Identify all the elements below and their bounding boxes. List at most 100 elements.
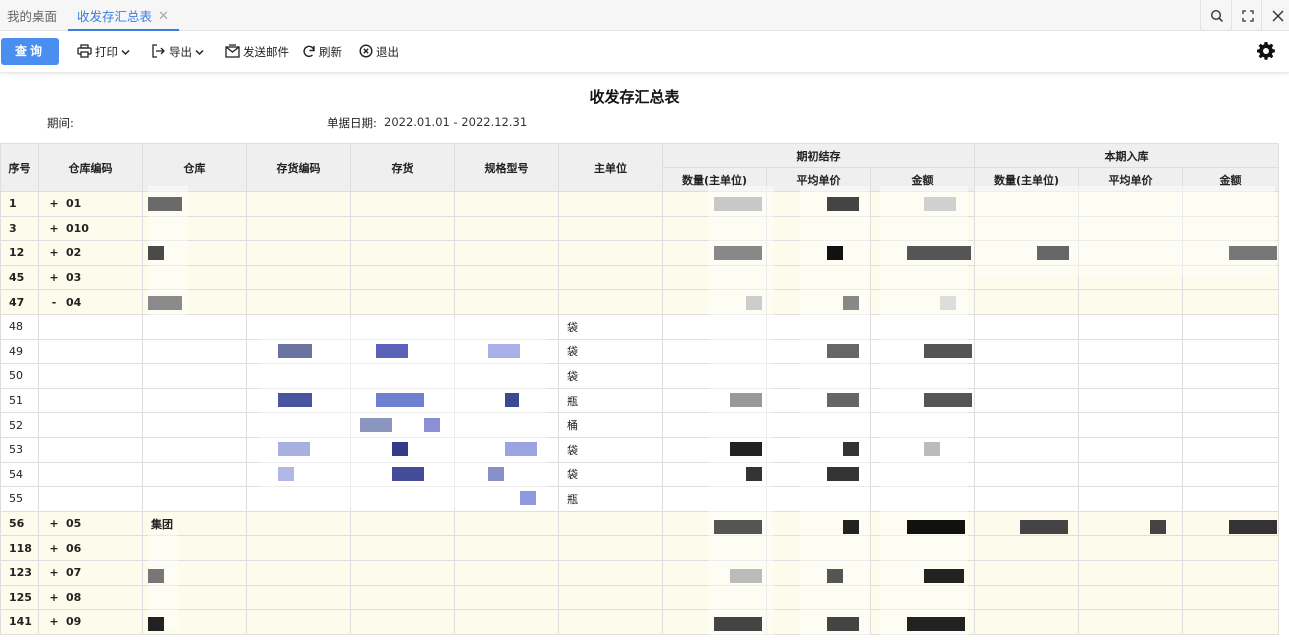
- row-unit: [558, 510, 663, 537]
- report-title: 收发存汇总表: [589, 88, 680, 106]
- table-row[interactable]: 125 +08: [0, 584, 1279, 611]
- send-mail-label: 发送邮件: [243, 45, 289, 59]
- table-row[interactable]: 48 袋: [0, 313, 1279, 340]
- query-button[interactable]: 查询: [1, 38, 59, 65]
- redaction-block: [746, 296, 762, 310]
- table-row[interactable]: 50 袋: [0, 363, 1279, 389]
- row-inv-code: [246, 559, 351, 586]
- table-row[interactable]: 49 袋: [0, 338, 1279, 365]
- expand-toggle[interactable]: +: [48, 271, 60, 284]
- redaction-block: [827, 344, 859, 358]
- table-row[interactable]: 53 袋: [0, 436, 1279, 463]
- row-warehouse: [142, 436, 247, 463]
- col-inventory[interactable]: 存货: [350, 143, 455, 192]
- send-mail-button[interactable]: 发送邮件: [225, 39, 289, 65]
- redaction-block: [376, 344, 408, 358]
- collapse-toggle[interactable]: -: [48, 296, 60, 309]
- row-warehouse: [142, 486, 247, 512]
- tab-inventory-summary[interactable]: 收发存汇总表 ✕: [68, 0, 179, 31]
- col-unit[interactable]: 主单位: [558, 143, 663, 192]
- table-row[interactable]: 56 +05 集团: [0, 510, 1279, 537]
- export-icon: [151, 43, 166, 61]
- refresh-button[interactable]: 刷新: [302, 39, 342, 65]
- table-row[interactable]: 118 +06: [0, 535, 1279, 561]
- table-row[interactable]: 141 +09: [0, 609, 1279, 635]
- refresh-icon: [302, 44, 316, 61]
- tab-close-icon[interactable]: ✕: [158, 0, 169, 33]
- row-unit: [558, 240, 663, 266]
- redaction-block: [843, 520, 859, 534]
- row-seq: 118: [0, 535, 39, 561]
- row-value-cell: [1078, 510, 1183, 537]
- row-inventory: [350, 191, 455, 217]
- print-button[interactable]: 打印: [77, 39, 130, 65]
- row-seq: 125: [0, 584, 39, 611]
- redaction-block: [505, 442, 537, 456]
- redaction-block: [376, 393, 424, 407]
- row-value-cell: [974, 486, 1079, 512]
- table-row[interactable]: 123 +07: [0, 559, 1279, 586]
- table-row[interactable]: 47-04: [0, 289, 1279, 315]
- row-inventory: [350, 535, 455, 561]
- redaction-block: [488, 344, 520, 358]
- expand-toggle[interactable]: +: [48, 566, 60, 579]
- col-warehouse[interactable]: 仓库: [142, 143, 247, 192]
- row-wh-code-value: 08: [66, 590, 82, 604]
- redaction-block: [278, 393, 312, 407]
- redaction-block: [1020, 520, 1068, 534]
- row-seq: 141: [0, 609, 39, 635]
- table-row[interactable]: 54 袋: [0, 461, 1279, 488]
- row-seq: 53: [0, 436, 39, 463]
- row-inventory: [350, 609, 455, 635]
- row-value-cell: [1182, 584, 1279, 611]
- row-value-cell: [1182, 486, 1279, 512]
- print-label: 打印: [95, 45, 118, 59]
- col-wh-code[interactable]: 仓库编码: [38, 143, 143, 192]
- col-inv-code[interactable]: 存货编码: [246, 143, 351, 192]
- row-unit: [558, 264, 663, 291]
- expand-toggle[interactable]: +: [48, 246, 60, 259]
- search-icon[interactable]: [1200, 0, 1232, 31]
- table-row[interactable]: 52 桶: [0, 412, 1279, 438]
- expand-toggle[interactable]: +: [48, 615, 60, 628]
- redaction-block: [827, 467, 859, 481]
- row-value-cell: [1182, 609, 1279, 635]
- col-seq[interactable]: 序号: [0, 143, 39, 192]
- row-wh-code-value: 06: [66, 541, 82, 555]
- table-row[interactable]: 55 瓶: [0, 486, 1279, 512]
- export-button[interactable]: 导出: [151, 39, 204, 65]
- row-value-cell: [974, 363, 1079, 389]
- expand-toggle[interactable]: +: [48, 197, 60, 210]
- row-value-cell: [1078, 486, 1183, 512]
- redaction-block: [924, 197, 956, 211]
- expand-toggle[interactable]: +: [48, 517, 60, 530]
- redaction-haze: [975, 186, 1275, 276]
- redaction-block: [924, 344, 972, 358]
- row-spec: [454, 240, 559, 266]
- exit-button[interactable]: 退出: [359, 39, 399, 65]
- gear-icon[interactable]: [1256, 41, 1276, 65]
- row-inventory: [350, 264, 455, 291]
- row-value-cell: [1078, 289, 1183, 315]
- row-seq: 45: [0, 264, 39, 291]
- expand-toggle[interactable]: +: [48, 222, 60, 235]
- row-wh-code-value: 01: [66, 197, 82, 211]
- expand-toggle[interactable]: +: [48, 591, 60, 604]
- row-spec: [454, 191, 559, 217]
- row-wh-code: [38, 486, 143, 512]
- row-unit: [558, 191, 663, 217]
- tab-home[interactable]: 我的桌面: [7, 0, 57, 31]
- date-label: 单据日期:: [327, 116, 377, 130]
- row-value-cell: [1078, 609, 1183, 635]
- expand-toggle[interactable]: +: [48, 542, 60, 555]
- close-icon[interactable]: [1261, 0, 1289, 31]
- fullscreen-icon[interactable]: [1231, 0, 1263, 31]
- row-wh-code: +01: [38, 191, 143, 217]
- redaction-block: [1037, 246, 1069, 260]
- row-wh-code: [38, 387, 143, 414]
- redaction-block: [148, 197, 182, 211]
- row-spec: [454, 609, 559, 635]
- col-spec[interactable]: 规格型号: [454, 143, 559, 192]
- table-row[interactable]: 51 瓶: [0, 387, 1279, 414]
- row-value-cell: [1182, 436, 1279, 463]
